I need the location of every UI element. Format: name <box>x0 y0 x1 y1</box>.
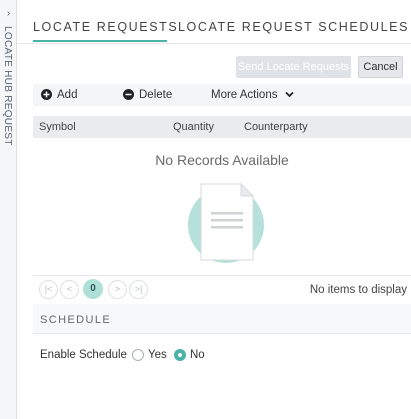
last-page-icon[interactable]: >| <box>129 280 148 299</box>
tab-locate-request-schedules[interactable]: LOCATE REQUEST SCHEDULES <box>178 20 409 34</box>
empty-document-icon <box>188 182 264 263</box>
column-header-counterparty[interactable]: Counterparty <box>244 116 308 138</box>
grid-toolbar: Add Delete More Actions <box>33 84 411 106</box>
active-tab-indicator <box>33 40 167 42</box>
plus-circle-icon <box>41 89 52 100</box>
schedule-no-radio[interactable] <box>174 349 186 361</box>
send-locate-requests-button[interactable]: Send Locate Requests <box>236 56 351 78</box>
cancel-button[interactable]: Cancel <box>358 56 403 78</box>
grid-column-header: Symbol Quantity Counterparty <box>33 116 411 138</box>
column-header-symbol[interactable]: Symbol <box>39 116 76 138</box>
grid-pager: |< < 0 > >| No items to display <box>33 275 411 305</box>
more-actions-label: More Actions <box>211 89 278 101</box>
delete-button[interactable]: Delete <box>123 84 172 106</box>
add-button[interactable]: Add <box>41 84 77 106</box>
previous-page-icon[interactable]: < <box>60 280 79 299</box>
first-page-icon[interactable]: |< <box>39 280 58 299</box>
more-actions-button[interactable]: More Actions <box>211 84 294 106</box>
schedule-section-title: SCHEDULE <box>40 314 112 326</box>
add-label: Add <box>57 89 78 101</box>
side-panel-label[interactable]: LOCATE HUB REQUEST <box>2 26 13 146</box>
next-page-icon[interactable]: > <box>108 280 127 299</box>
tab-locate-requests[interactable]: LOCATE REQUESTS <box>33 20 178 34</box>
header-divider <box>17 43 411 44</box>
empty-state-message: No Records Available <box>155 152 289 168</box>
minus-circle-icon <box>123 89 134 100</box>
schedule-no-label[interactable]: No <box>190 347 205 363</box>
pager-info: No items to display <box>309 284 407 296</box>
chevron-right-icon[interactable]: › <box>4 8 13 20</box>
column-header-quantity[interactable]: Quantity <box>173 116 214 138</box>
chevron-down-icon <box>285 91 294 98</box>
schedule-yes-radio[interactable] <box>132 349 144 361</box>
schedule-yes-label[interactable]: Yes <box>148 347 167 363</box>
side-panel-strip[interactable]: › LOCATE HUB REQUEST <box>0 0 17 419</box>
locate-requests-panel: › LOCATE HUB REQUEST LOCATE REQUESTS LOC… <box>0 0 411 419</box>
schedule-section-divider <box>33 333 411 334</box>
current-page-number[interactable]: 0 <box>83 279 103 299</box>
delete-label: Delete <box>139 89 173 101</box>
enable-schedule-label: Enable Schedule <box>40 349 127 361</box>
